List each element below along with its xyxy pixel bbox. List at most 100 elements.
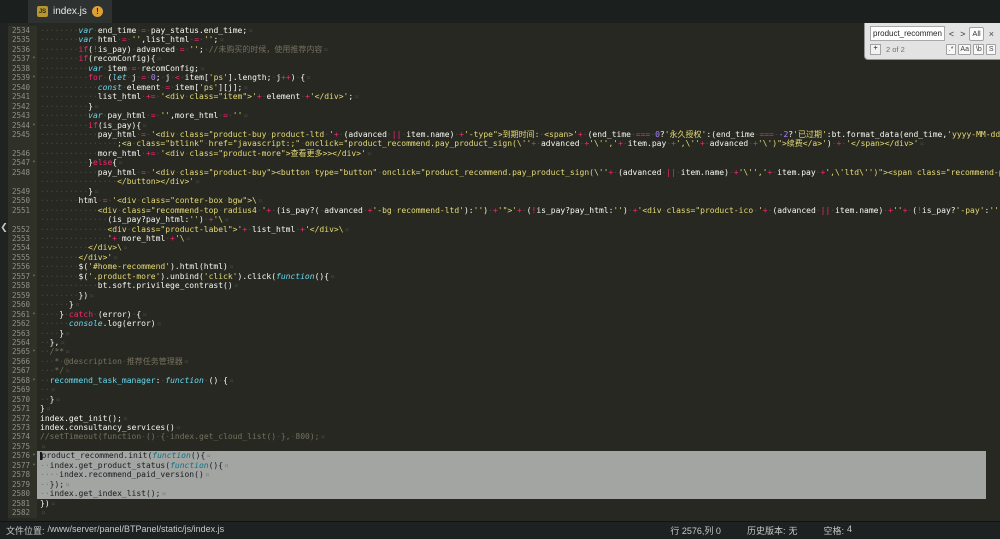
- close-search-icon[interactable]: ×: [987, 28, 996, 40]
- code-text: ··············<div·class="product-label"…: [37, 225, 1000, 234]
- code-line[interactable]: 2573index.consultancy_services()¤: [8, 423, 1000, 432]
- line-number: 2556: [8, 262, 31, 271]
- code-line[interactable]: 2579··});¤: [8, 480, 1000, 489]
- search-input[interactable]: [870, 26, 945, 41]
- code-line[interactable]: 2565▾··/**¤: [8, 347, 1000, 356]
- code-text: ··/**¤: [37, 347, 1000, 356]
- code-line[interactable]: 2552··············<div·class="product-la…: [8, 225, 1000, 234]
- code-line[interactable]: ················;<a·class="btlink"·href=…: [8, 139, 1000, 148]
- code-line[interactable]: 2569··¤: [8, 385, 1000, 394]
- code-line[interactable]: 2534········var·end_time·=·pay_status.en…: [8, 26, 1000, 35]
- code-text: ··index.get_product_status(function(){¤: [37, 461, 1000, 470]
- code-line[interactable]: 2577▾··index.get_product_status(function…: [8, 461, 1000, 470]
- code-line[interactable]: ················</button></div>'¤: [8, 177, 1000, 186]
- code-line[interactable]: 2566···*·@description·推荐任务管理器¤: [8, 357, 1000, 366]
- code-line[interactable]: 2550········html·=·'<div·class="conter-b…: [8, 196, 1000, 205]
- code-line[interactable]: 2558············bt.soft.privilege_contra…: [8, 281, 1000, 290]
- code-text: ··}¤: [37, 395, 1000, 404]
- code-line[interactable]: 2562······console.log(error)¤: [8, 319, 1000, 328]
- code-text: ··········}else{¤: [37, 158, 1000, 167]
- code-line[interactable]: 2559········})¤: [8, 291, 1000, 300]
- code-line[interactable]: 2568▾··recommend_task_manager:·function·…: [8, 376, 1000, 385]
- editor-area[interactable]: 2534········var·end_time·=·pay_status.en…: [8, 23, 1000, 522]
- code-line[interactable]: 2581})¤: [8, 499, 1000, 508]
- line-number: 2582: [8, 508, 31, 517]
- line-number: 2542: [8, 102, 31, 111]
- collapse-panel-icon[interactable]: ❮: [0, 215, 8, 241]
- code-text: ············more_html·+=·'<div·class="pr…: [37, 149, 1000, 158]
- selection-option-button[interactable]: S: [986, 44, 996, 55]
- code-line[interactable]: 2538··········var·item·=·recomConfig;¤: [8, 64, 1000, 73]
- code-line[interactable]: 2540············const·element·=·item['ps…: [8, 83, 1000, 92]
- code-line[interactable]: 2542··········}¤: [8, 102, 1000, 111]
- code-line[interactable]: 2536········if(!is_pay)·advanced·=·'';·/…: [8, 45, 1000, 54]
- code-line[interactable]: 2564··},¤: [8, 338, 1000, 347]
- code-line[interactable]: 2574//setTimeout(function·()·{·index.get…: [8, 432, 1000, 441]
- code-line[interactable]: 2546············more_html·+=·'<div·class…: [8, 149, 1000, 158]
- line-number: 2564: [8, 338, 31, 347]
- history-value[interactable]: 无: [788, 524, 797, 537]
- code-line[interactable]: 2555········</div>'¤: [8, 253, 1000, 262]
- line-number: 2549: [8, 187, 31, 196]
- toggle-replace-button[interactable]: +: [870, 44, 881, 55]
- search-counter: 2 of 2: [886, 45, 905, 54]
- code-line[interactable]: 2560······}¤: [8, 300, 1000, 309]
- code-line[interactable]: 2535········var·html·=·'',list_html·=·''…: [8, 35, 1000, 44]
- code-line[interactable]: 2556········$('#home-recommend').html(ht…: [8, 262, 1000, 271]
- wholeword-option-button[interactable]: \b: [973, 44, 984, 55]
- code-line[interactable]: 2549··········}¤: [8, 187, 1000, 196]
- code-line[interactable]: 2561▾····}·catch·(error)·{¤: [8, 310, 1000, 319]
- find-prev-button[interactable]: <: [947, 28, 956, 40]
- code-line[interactable]: 2582¤: [8, 508, 1000, 517]
- code-line[interactable]: 2554··········</div>\¤: [8, 243, 1000, 252]
- regex-option-button[interactable]: .*: [946, 44, 956, 55]
- spaces-value[interactable]: 4: [847, 524, 852, 537]
- history-indicator: 历史版本: 无: [747, 524, 798, 537]
- line-number: 2536: [8, 45, 31, 54]
- line-number: 2557: [8, 272, 31, 281]
- line-number: 2550: [8, 196, 31, 205]
- code-line[interactable]: 2551············<div·class="recommend-to…: [8, 206, 1000, 215]
- code-line[interactable]: 2553··············'+·more_html·+'\¤: [8, 234, 1000, 243]
- line-number: 2540: [8, 83, 31, 92]
- line-number: 2544: [8, 121, 31, 130]
- tab-indexjs[interactable]: JS index.js !: [28, 0, 112, 23]
- code-text: ··index.get_index_list();¤: [37, 489, 1000, 498]
- code-line[interactable]: 2539▾··········for·(let·j·=·0;·j·<·item[…: [8, 73, 1000, 82]
- find-all-button[interactable]: All: [969, 27, 983, 41]
- code-line[interactable]: 2575¤: [8, 442, 1000, 451]
- modified-badge: !: [92, 6, 103, 17]
- code-line[interactable]: 2570··}¤: [8, 395, 1000, 404]
- line-number: 2568: [8, 376, 31, 385]
- code-line[interactable]: 2571}¤: [8, 404, 1000, 413]
- code-line[interactable]: 2541············list_html·+=·'<div·class…: [8, 92, 1000, 101]
- code-line[interactable]: 2545············pay_html·=·'<div·class="…: [8, 130, 1000, 139]
- code-line[interactable]: 2537▾········if(recomConfig){¤: [8, 54, 1000, 63]
- code-text: ····index.recommend_paid_version()¤: [37, 470, 1000, 479]
- tab-title: index.js: [53, 6, 87, 17]
- code-line[interactable]: 2572index.get_init();¤: [8, 414, 1000, 423]
- code-line[interactable]: 2567···*/¤: [8, 366, 1000, 375]
- code-line[interactable]: 2544▾··········if(is_pay){¤: [8, 121, 1000, 130]
- spaces-label: 空格:: [823, 524, 844, 537]
- code-line[interactable]: 2563····}¤: [8, 329, 1000, 338]
- code-text: })¤: [37, 499, 1000, 508]
- find-next-button[interactable]: >: [958, 28, 967, 40]
- code-text: ······console.log(error)¤: [37, 319, 1000, 328]
- code-line[interactable]: 2578 ····index.recommend_paid_version()¤: [8, 470, 1000, 479]
- code-line[interactable]: 2548············pay_html·=·'<div·class="…: [8, 168, 1000, 177]
- line-number: 2577: [8, 461, 31, 470]
- line-number: 2578: [8, 470, 31, 479]
- line-number: [8, 215, 31, 224]
- code-text: ··········if(is_pay){¤: [37, 121, 1000, 130]
- code-line[interactable]: ··············(is_pay?pay_html:'')·+'\¤: [8, 215, 1000, 224]
- code-line[interactable]: 2547▾··········}else{¤: [8, 158, 1000, 167]
- case-option-button[interactable]: Aa: [958, 44, 972, 55]
- code-line[interactable]: 2557▾········$('.product-more').unbind('…: [8, 272, 1000, 281]
- line-number: 2553: [8, 234, 31, 243]
- code-line[interactable]: 2576▾product_recommend.init(function(){¤: [8, 451, 1000, 460]
- file-location-path: /www/server/panel/BTPanel/static/js/inde…: [48, 524, 225, 537]
- code-line[interactable]: 2543··········var·pay_html·=·'',more_htm…: [8, 111, 1000, 120]
- code-text: ········$('.product-more').unbind('click…: [37, 272, 1000, 281]
- code-line[interactable]: 2580··index.get_index_list();¤: [8, 489, 1000, 498]
